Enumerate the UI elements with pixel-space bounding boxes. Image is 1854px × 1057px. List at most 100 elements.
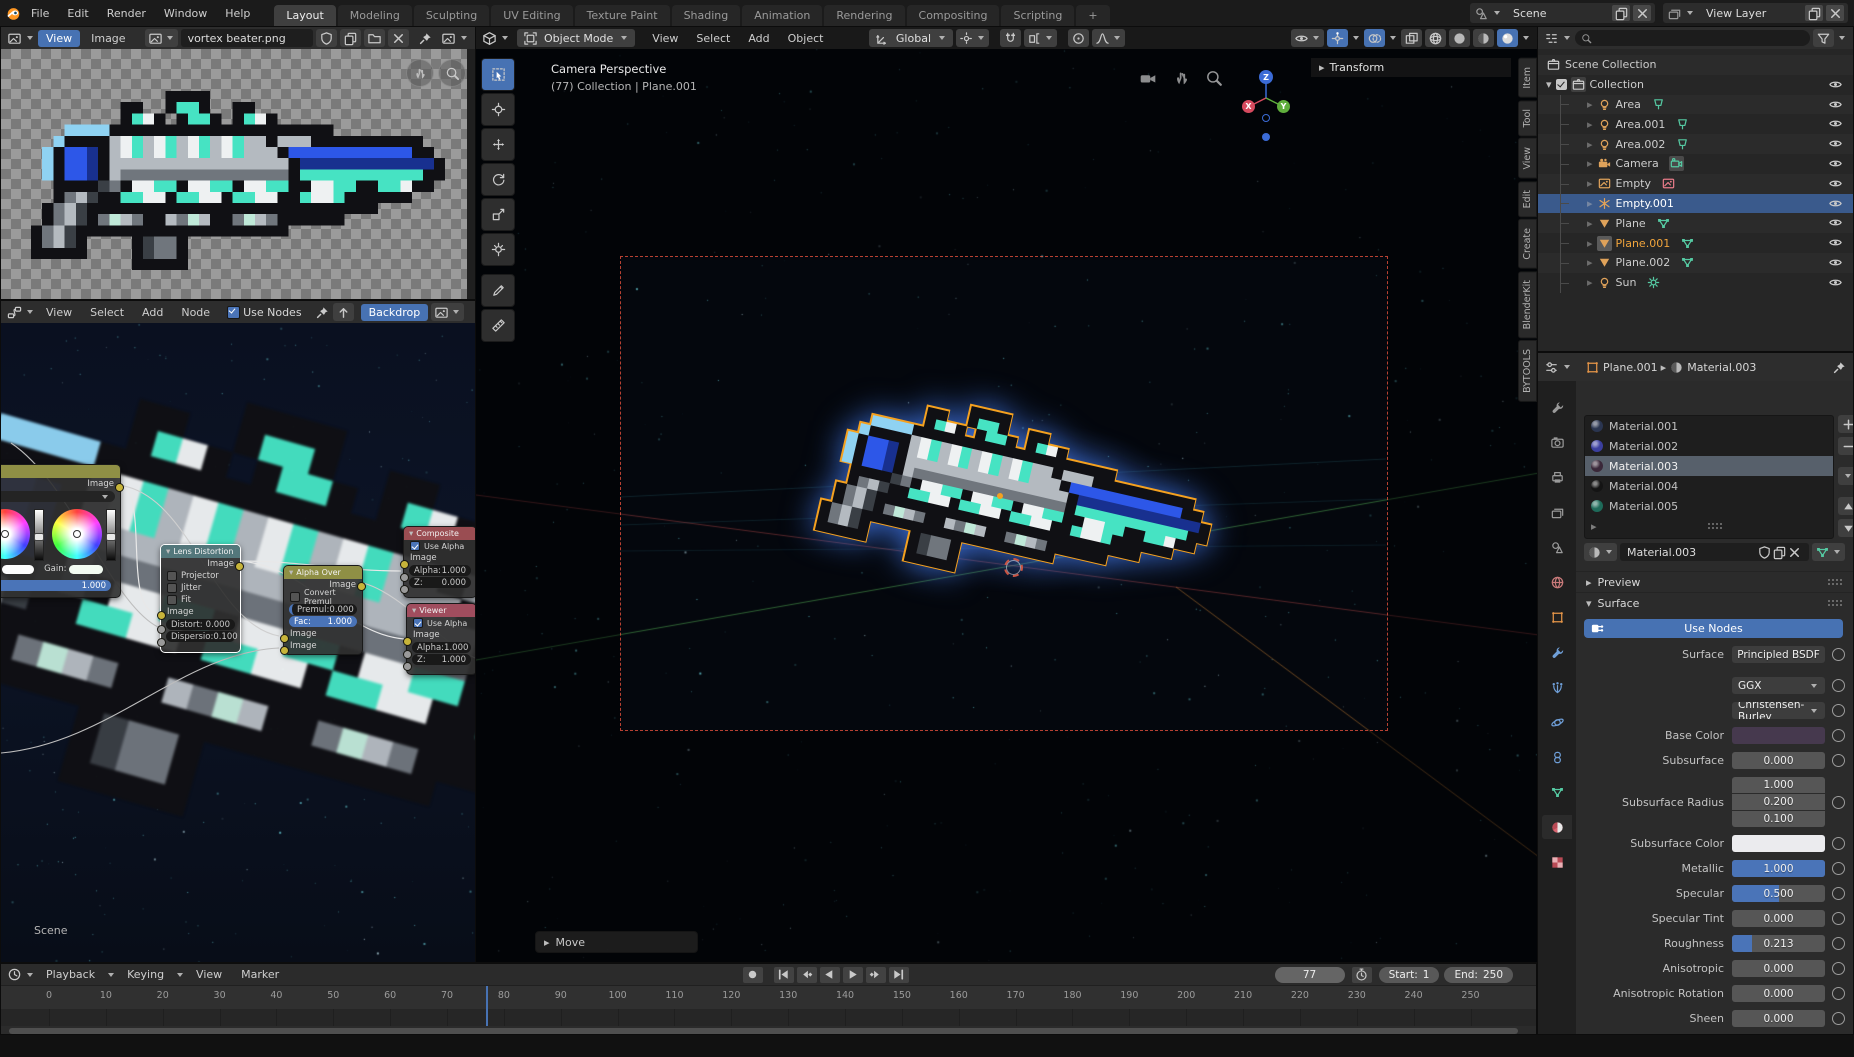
menu-item-edit[interactable]: Edit [59,5,96,22]
workspace-tab-scripting[interactable]: Scripting [1001,5,1074,26]
browse-material-button[interactable] [1584,543,1617,561]
outliner-row[interactable]: Plane.002 [1538,253,1853,273]
timeline-ruler[interactable]: 0102030405060708090100110120130140150160… [1,986,1536,1009]
gain-swatch[interactable] [69,565,103,574]
convert-premul-checkbox[interactable] [290,592,300,602]
menu-item-node[interactable]: Node [173,304,218,321]
tool-move[interactable] [481,128,515,161]
sidebar-tab-edit[interactable]: Edit [1518,181,1537,217]
use-alpha-checkbox[interactable] [413,618,423,628]
editor-type-icon[interactable] [7,305,22,320]
use-alpha-checkbox[interactable] [410,541,420,551]
node-lens-distortion[interactable]: Lens Distortion Image Projector Jitter F… [160,544,241,653]
collection-label[interactable]: Collection [1590,78,1644,91]
backdrop-channels-button[interactable] [431,303,464,321]
animate-property-button[interactable] [1832,729,1845,742]
zoom-gizmo[interactable] [438,59,466,87]
value-slider[interactable] [106,509,116,561]
animate-property-button[interactable] [1832,679,1845,692]
outliner-row[interactable]: Empty.001 [1538,194,1853,214]
dispersion-field[interactable]: Dispersio:0.100 [166,631,235,642]
proportional-falloff-dropdown[interactable] [1092,29,1125,47]
use-nodes-button[interactable]: Use Nodes [1584,619,1843,638]
value-slider[interactable]: 0.500 [1732,885,1825,902]
image-name-field[interactable]: vortex beater.png [181,29,313,47]
node-backdrop[interactable]: Scene Image ain a [1,323,475,962]
view-layer-selector[interactable]: View Layer [1663,3,1848,23]
record-button[interactable] [743,967,763,983]
add-workspace-button[interactable]: + [1076,5,1109,26]
shading-wireframe-button[interactable] [1425,29,1446,47]
breadcrumb-object[interactable]: Plane.001 [1603,361,1658,374]
copy-icon[interactable] [1772,545,1787,560]
shading-rendered-button[interactable] [1497,29,1518,47]
navigation-gizmo[interactable]: Z X Y [1238,70,1294,126]
jump-to-end-button[interactable] [889,967,909,983]
tool-cursor[interactable] [481,93,515,126]
duplicate-image-button[interactable] [340,29,361,47]
node-viewer[interactable]: Viewer Use Alpha Image Alpha:1.000 Z:1.0… [406,603,475,675]
tab-particles[interactable] [1542,675,1572,699]
material-slot[interactable]: Material.005 [1585,496,1833,516]
menu-view[interactable]: View [188,966,230,983]
animate-property-button[interactable] [1832,648,1845,661]
projector-checkbox[interactable] [167,571,177,581]
workspace-tab-modeling[interactable]: Modeling [338,5,412,26]
tool-annotate[interactable] [481,274,515,307]
next-keyframe-button[interactable] [866,967,886,983]
editor-type-icon[interactable] [1544,360,1559,375]
expand-icon[interactable] [1587,177,1593,190]
value-slider[interactable]: 0.000 [1732,752,1825,769]
node-header[interactable] [1,465,120,478]
object-name[interactable]: Sun [1616,276,1637,289]
value-slider[interactable]: 1.000 [1732,860,1825,877]
zoom-gizmo[interactable] [1205,69,1223,87]
color-wheel[interactable] [1,509,30,559]
animate-property-button[interactable] [1832,987,1845,1000]
object-name[interactable]: Area [1616,98,1641,111]
collapse-icon[interactable] [412,606,416,616]
scene-name[interactable]: Scene [1505,7,1609,20]
menu-item-add[interactable]: Add [740,30,777,47]
material-slot[interactable]: Material.001 [1585,416,1833,436]
hide-toggle-eye-icon[interactable] [1828,235,1843,250]
camera-view-gizmo[interactable] [1139,69,1157,87]
value-slider[interactable]: 0.000 [1732,910,1825,927]
z-field[interactable]: Z:1.000 [412,654,471,665]
hide-toggle-eye-icon[interactable] [1828,255,1843,270]
frame-start-field[interactable]: Start:1 [1379,967,1440,983]
axis-y[interactable]: Y [1277,100,1290,113]
outliner-row[interactable]: Area.002 [1538,134,1853,154]
workspace-tab-rendering[interactable]: Rendering [824,5,904,26]
axis-x[interactable]: X [1242,100,1255,113]
animate-property-button[interactable] [1832,937,1845,950]
shading-material-button[interactable] [1473,29,1494,47]
open-image-button[interactable] [364,29,385,47]
menu-view[interactable]: View [38,30,80,47]
animate-property-button[interactable] [1832,887,1845,900]
animate-property-button[interactable] [1832,837,1845,850]
hide-toggle-eye-icon[interactable] [1828,215,1843,230]
gamma-swatch[interactable] [2,565,34,574]
node-header[interactable]: Lens Distortion [161,545,240,558]
node-alpha-over[interactable]: Alpha Over Image Convert Premul Premul:0… [283,565,363,655]
animate-property-button[interactable] [1832,704,1845,717]
hide-toggle-eye-icon[interactable] [1828,77,1843,92]
expand-icon[interactable] [1587,157,1593,170]
menu-item-render[interactable]: Render [99,5,154,22]
menu-field[interactable]: Principled BSDF [1732,646,1825,663]
sidebar-tab-blenderkit[interactable]: BlenderKit [1518,271,1537,338]
tool-select-box[interactable] [481,58,515,91]
timeline-scrollbar[interactable] [9,1028,1518,1034]
pivot-dropdown[interactable] [956,29,989,47]
outliner-row[interactable]: Camera [1538,154,1853,174]
node-header[interactable]: Alpha Over [284,566,362,579]
object-name[interactable]: Empty.001 [1616,197,1674,210]
delete-scene-button[interactable] [1633,5,1651,21]
tool-measure[interactable] [481,309,515,342]
tab-view-layer[interactable] [1542,500,1572,524]
node-header[interactable]: Viewer [407,604,475,617]
operator-panel[interactable]: Move [535,931,698,953]
menu-item-file[interactable]: File [23,5,57,22]
material-slot[interactable]: Material.004 [1585,476,1833,496]
